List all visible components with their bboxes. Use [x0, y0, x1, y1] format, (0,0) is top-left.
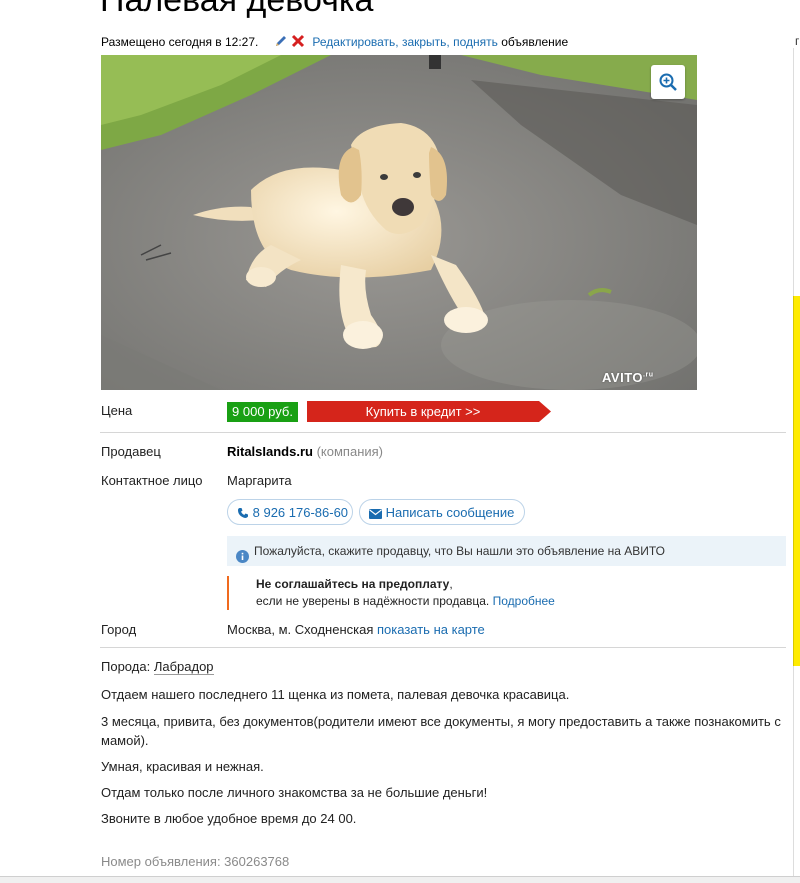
prepayment-warning: Не соглашайтесь на предоплату, если не у… — [227, 576, 649, 610]
warning-title: Не соглашайтесь на предоплату — [256, 577, 450, 591]
seller-name[interactable]: RitalsIands.ru — [227, 444, 313, 459]
city-label: Город — [101, 622, 137, 637]
actions-suffix: объявление — [501, 35, 569, 49]
close-icon[interactable] — [291, 34, 305, 48]
seller-label: Продавец — [101, 444, 161, 459]
listing-title: Палевая девочка — [100, 0, 374, 19]
zoom-in-icon[interactable] — [651, 65, 685, 99]
edge-text: г — [795, 34, 800, 48]
edit-close-raise-link[interactable]: Редактировать, закрыть, поднять — [312, 35, 497, 49]
description-paragraph: Отдаем нашего последнего 11 щенка из пом… — [101, 687, 570, 702]
avito-watermark: AVITO.ru — [602, 370, 654, 385]
city: Москва, м. Сходненская показать на карте — [227, 622, 485, 638]
description-paragraph: Отдам только после личного знакомства за… — [101, 785, 488, 800]
credit-button-label: Купить в кредит >> — [365, 404, 481, 419]
seller: RitalsIands.ru (компания) — [227, 444, 383, 460]
side-banner[interactable] — [793, 296, 800, 666]
city-value: Москва, м. Сходненская — [227, 622, 374, 637]
price-value: 9 000 руб. — [227, 402, 298, 422]
phone-number: 8 926 176-86-60 — [252, 505, 349, 520]
posted-date: Размещено сегодня в 12:27. — [101, 35, 259, 49]
divider — [100, 432, 786, 433]
price-label: Цена — [101, 403, 133, 418]
info-notice: Пожалуйста, скажите продавцу, что Вы наш… — [227, 536, 786, 566]
description-paragraph: Звоните в любое удобное время до 24 00. — [101, 811, 357, 826]
info-text: Пожалуйста, скажите продавцу, что Вы наш… — [254, 544, 665, 558]
phone-icon — [237, 502, 249, 528]
warning-text: если не уверены в надёжности продавца. — [256, 594, 490, 608]
description-paragraph: 3 месяца, привита, без документов(родите… — [101, 714, 781, 748]
envelope-icon — [369, 502, 382, 528]
pencil-icon[interactable] — [274, 34, 288, 48]
ad-number: Номер объявления: 360263768 — [101, 854, 290, 869]
buy-on-credit-button[interactable]: Купить в кредит >> — [307, 401, 551, 422]
divider — [100, 647, 786, 648]
show-phone-button[interactable]: 8 926 176-86-60 — [227, 499, 353, 525]
description-paragraph: Умная, красивая и нежная. — [101, 759, 264, 774]
info-icon — [236, 544, 249, 574]
breed-label: Порода: — [101, 659, 151, 674]
warning-comma: , — [449, 577, 453, 591]
breed-link[interactable]: Лабрадор — [153, 659, 214, 675]
seller-type: (компания) — [316, 444, 384, 459]
show-on-map-link[interactable]: показать на карте — [377, 622, 485, 637]
contact-label: Контактное лицо — [101, 473, 203, 488]
write-message-button[interactable]: Написать сообщение — [359, 499, 525, 525]
listing-meta: Размещено сегодня в 12:27. Редактировать… — [101, 34, 568, 49]
listing-photo[interactable] — [101, 55, 697, 390]
write-message-label: Написать сообщение — [385, 505, 515, 520]
more-info-link[interactable]: Подробнее — [493, 594, 555, 608]
contact-name: Маргарита — [227, 473, 292, 488]
breed: Порода: Лабрадор — [101, 659, 214, 675]
